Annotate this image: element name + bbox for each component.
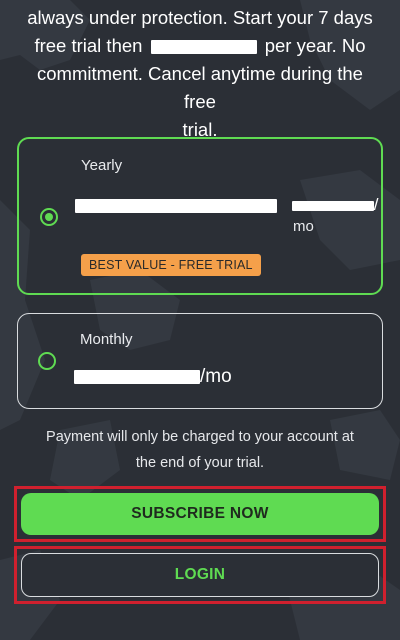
plan-name-monthly: Monthly [80, 331, 133, 348]
price-monthly-suffix: /mo [200, 366, 232, 387]
intro-line-2-suffix: per year. No [264, 35, 366, 56]
price-yearly: / [75, 195, 378, 215]
price-yearly-suffix: / [373, 195, 379, 214]
radio-yearly[interactable] [40, 208, 58, 226]
price-monthly: /mo [74, 366, 232, 388]
subscribe-now-button[interactable]: SUBSCRIBE NOW [21, 493, 379, 535]
redacted-price [74, 369, 200, 384]
redacted-price [291, 200, 374, 211]
plan-name-yearly: Yearly [81, 157, 123, 174]
charge-note: Payment will only be charged to your acc… [20, 424, 380, 476]
price-yearly-unit: mo [293, 218, 314, 235]
subscribe-button-highlight: SUBSCRIBE NOW [14, 486, 386, 542]
login-button-highlight: LOGIN [14, 546, 386, 604]
intro-line-2: free trial then per year. No [20, 32, 380, 60]
login-button[interactable]: LOGIN [21, 553, 379, 597]
radio-monthly[interactable] [38, 352, 56, 370]
plan-card-monthly[interactable]: Monthly /mo [17, 313, 383, 409]
redacted-price [75, 198, 277, 213]
intro-line-2-prefix: free trial then [34, 35, 143, 56]
redacted-price [150, 40, 257, 55]
intro-text: always under protection. Start your 7 da… [20, 4, 380, 144]
charge-note-line-1: Payment will only be charged to your acc… [46, 429, 354, 445]
plan-card-yearly[interactable]: Yearly / mo BEST VALUE - FREE TRIAL [17, 137, 383, 295]
intro-line-1: always under protection. Start your 7 da… [27, 7, 373, 28]
intro-line-3: commitment. Cancel anytime during the fr… [37, 63, 363, 112]
best-value-badge: BEST VALUE - FREE TRIAL [81, 254, 261, 276]
charge-note-line-2: the end of your trial. [135, 455, 265, 471]
